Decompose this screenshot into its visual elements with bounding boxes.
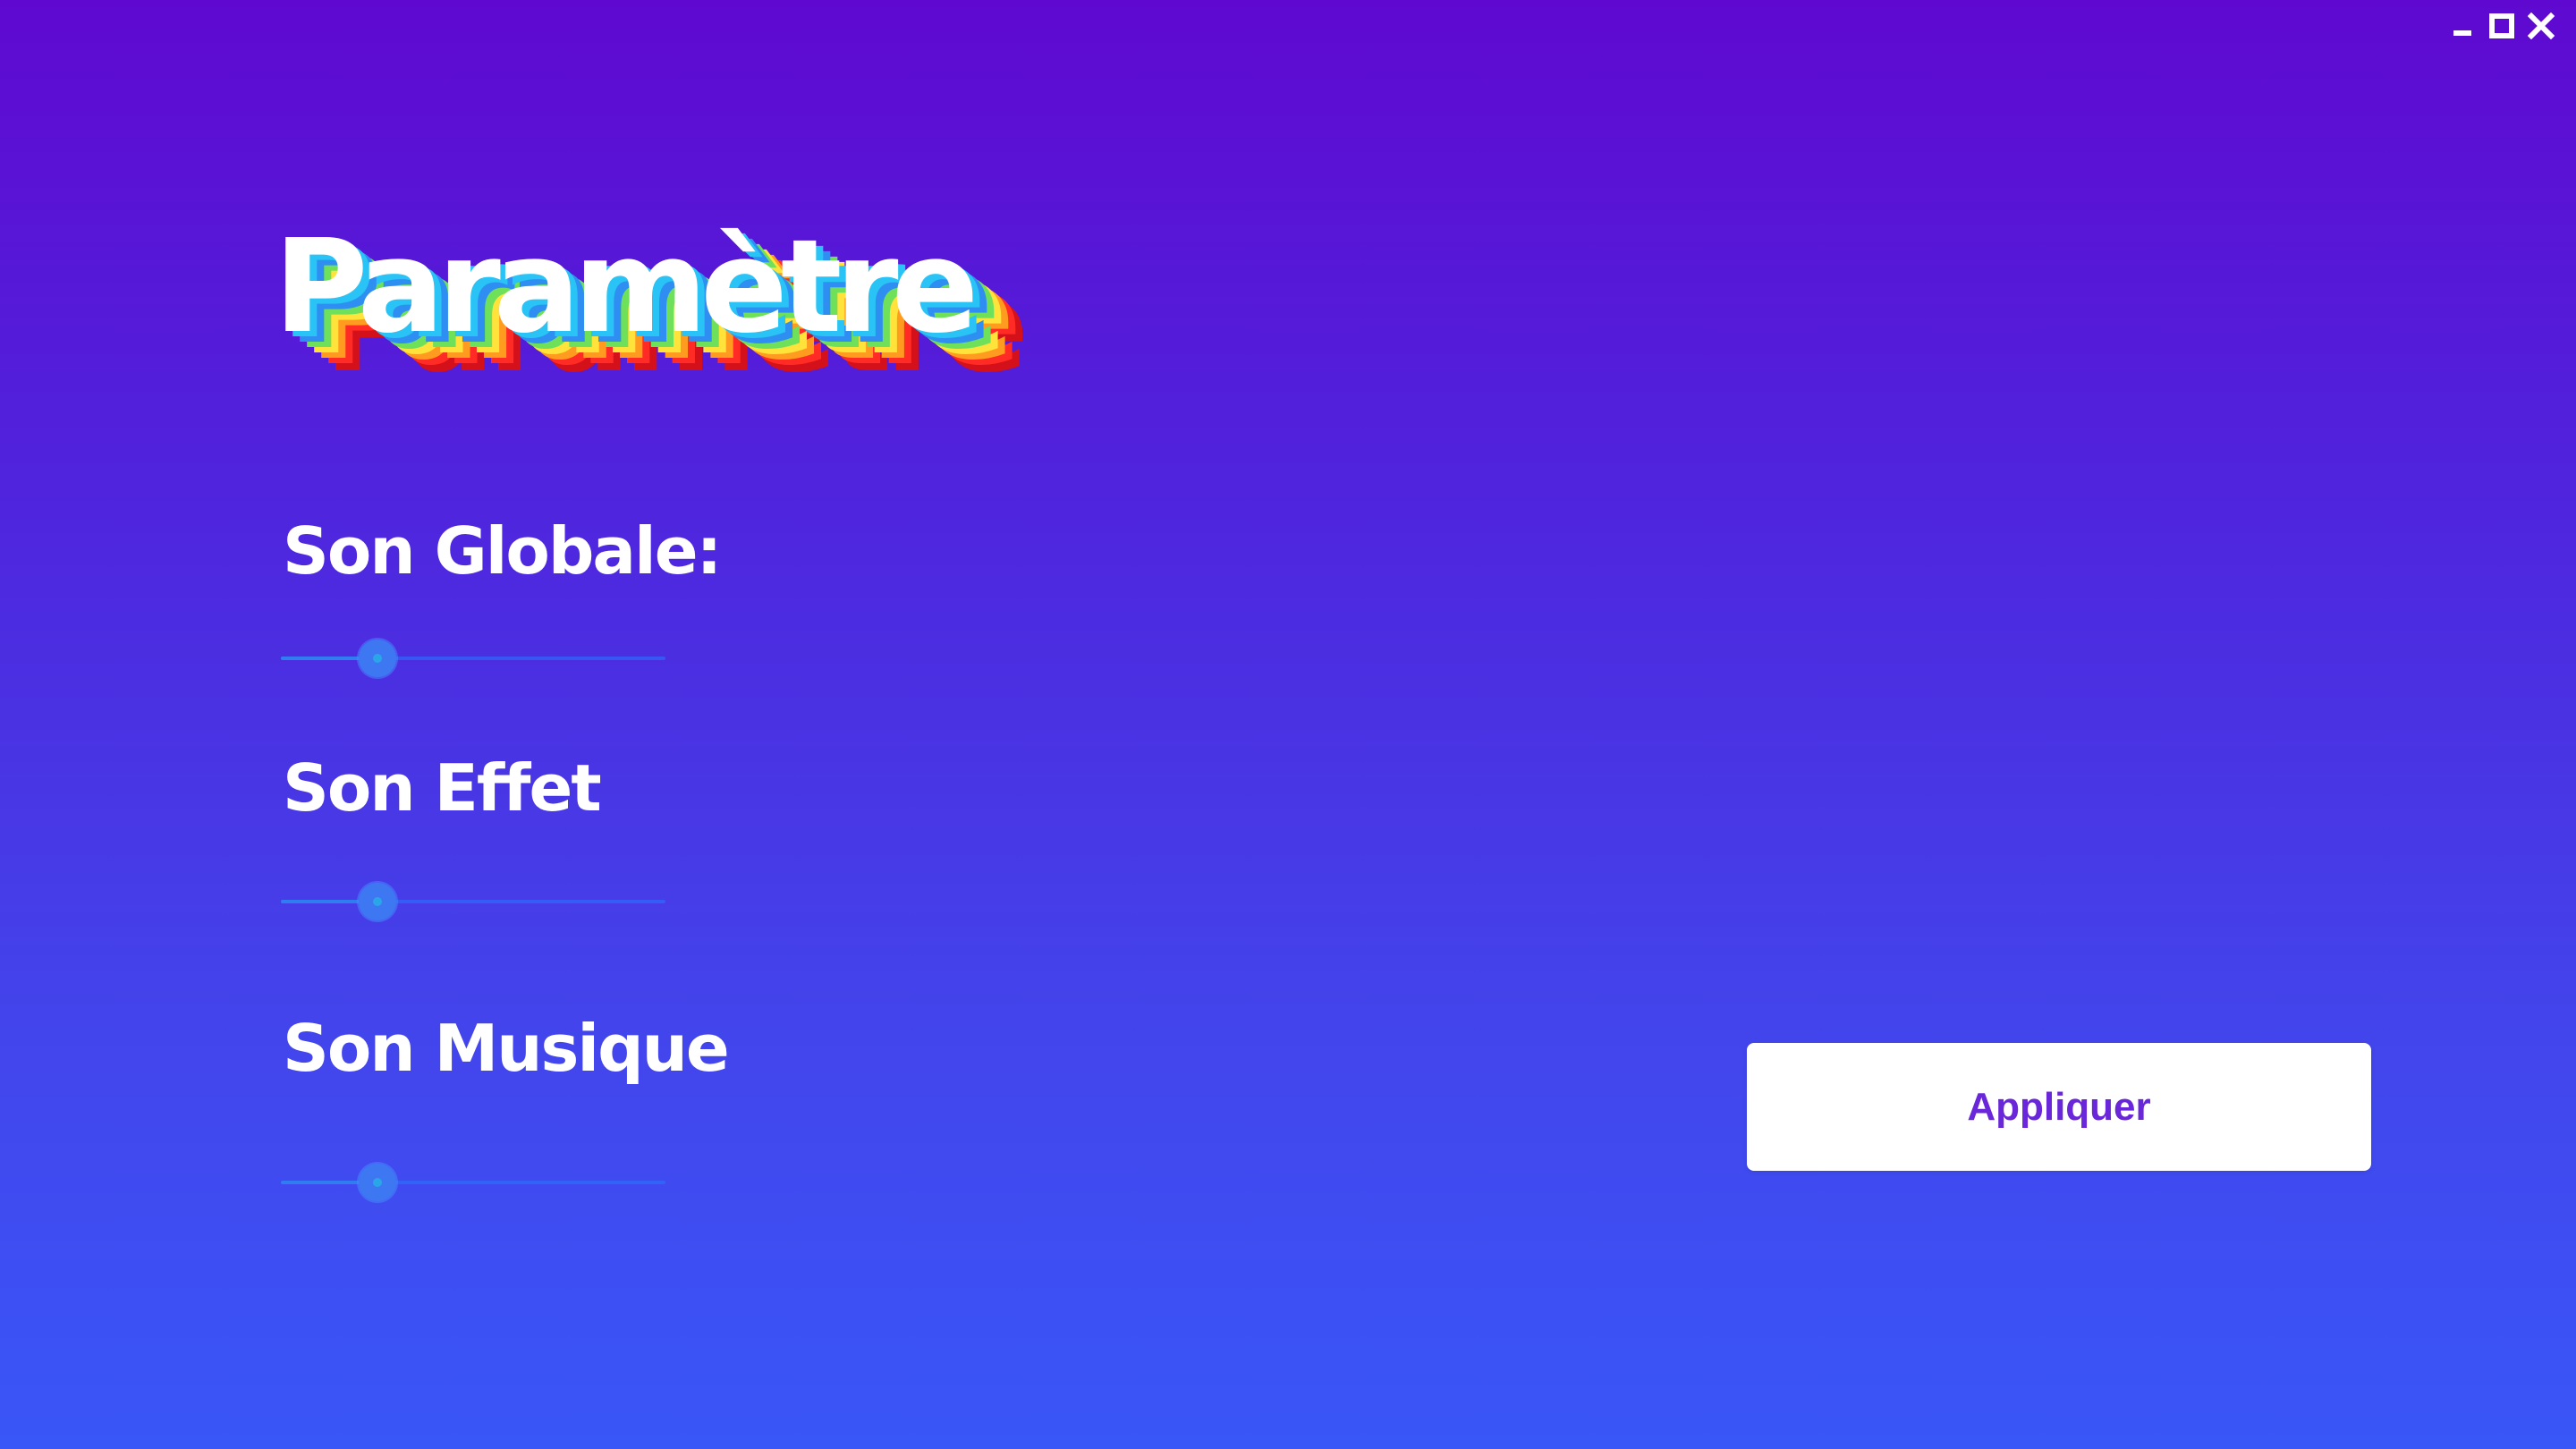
son-effet-label: Son Effet — [283, 750, 602, 826]
slider-thumb[interactable] — [358, 1164, 396, 1201]
son-globale-slider[interactable] — [281, 637, 665, 680]
son-globale-label: Son Globale: — [283, 513, 722, 589]
maximize-icon — [2489, 13, 2514, 38]
son-musique-slider[interactable] — [281, 1161, 665, 1204]
maximize-button[interactable] — [2488, 13, 2515, 39]
setting-son-globale: Son Globale: — [283, 513, 722, 589]
close-button[interactable] — [2528, 13, 2555, 39]
window-controls — [2449, 13, 2555, 39]
setting-son-effet: Son Effet — [283, 750, 602, 826]
setting-son-musique: Son Musique — [283, 1011, 730, 1086]
minimize-icon — [2453, 30, 2471, 36]
page-title-container: Paramètre — [274, 222, 1079, 428]
close-icon — [2528, 13, 2555, 39]
son-musique-label: Son Musique — [283, 1011, 730, 1086]
apply-button[interactable]: Appliquer — [1747, 1043, 2371, 1171]
page-title: Paramètre — [274, 211, 979, 361]
minimize-button[interactable] — [2449, 13, 2476, 39]
slider-thumb[interactable] — [358, 883, 396, 920]
slider-thumb[interactable] — [358, 640, 396, 677]
apply-button-label: Appliquer — [1967, 1084, 2151, 1129]
son-effet-slider[interactable] — [281, 880, 665, 923]
